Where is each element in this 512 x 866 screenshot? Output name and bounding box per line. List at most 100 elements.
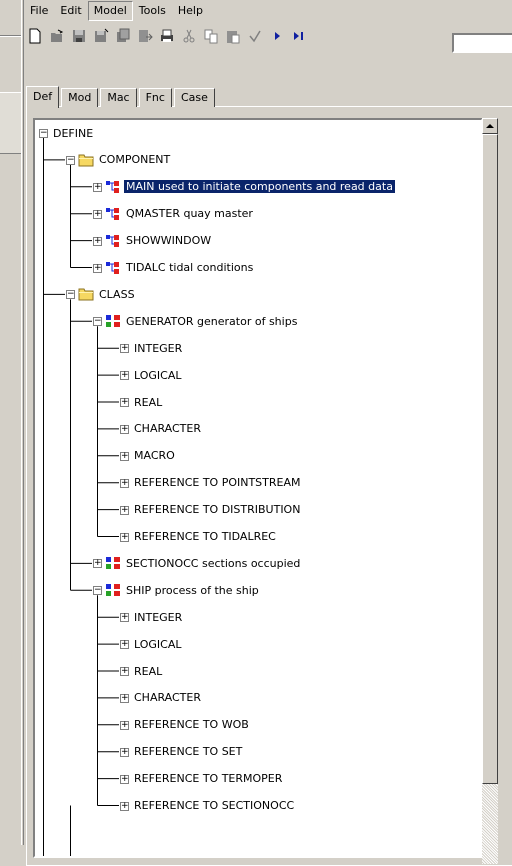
menu-bar: File Edit Model Tools Help <box>24 0 512 22</box>
folder-icon <box>78 153 94 167</box>
tree-node[interactable]: SHIP process of the ship <box>105 580 261 600</box>
check-button[interactable] <box>244 25 266 47</box>
tab-def[interactable]: Def <box>26 86 60 108</box>
tree-node-label: MACRO <box>134 449 175 463</box>
tree-node-label: TIDALC tidal conditions <box>126 261 254 274</box>
tree-node[interactable]: MACRO <box>132 446 177 466</box>
menu-edit[interactable]: Edit <box>54 1 87 21</box>
tree-node[interactable]: CHARACTER <box>132 688 203 708</box>
tree-node[interactable]: REFERENCE TO POINTSTREAM <box>132 473 303 493</box>
copy-button[interactable] <box>200 25 222 47</box>
tree-node[interactable]: SECTIONOCC sections occupied <box>105 553 302 573</box>
expand-toggle[interactable]: + <box>120 505 129 515</box>
toolbar-input[interactable] <box>452 33 512 53</box>
expand-toggle[interactable]: + <box>93 263 102 273</box>
expand-toggle[interactable]: + <box>93 236 102 246</box>
save-as-button[interactable] <box>90 25 112 47</box>
tab-mac[interactable]: Mac <box>100 88 137 107</box>
tree-node-label: REFERENCE TO SECTIONOCC <box>134 799 295 812</box>
expand-toggle[interactable]: + <box>120 344 129 354</box>
tree-node[interactable]: REAL <box>132 661 164 681</box>
paste-button[interactable] <box>222 25 244 47</box>
expand-toggle[interactable]: + <box>120 720 129 730</box>
collapse-toggle[interactable]: − <box>39 129 48 138</box>
collapse-toggle[interactable]: − <box>66 155 75 165</box>
tree-node[interactable]: TIDALC tidal conditions <box>105 258 255 278</box>
copy-doc-button[interactable] <box>112 25 134 47</box>
tree-node[interactable]: DEFINE <box>51 123 95 143</box>
expand-toggle[interactable]: + <box>120 398 129 407</box>
tree-node[interactable]: REFERENCE TO SET <box>132 742 244 762</box>
tree-node[interactable]: GENERATOR generator of ships <box>105 311 299 331</box>
component-icon <box>105 261 121 275</box>
expand-toggle[interactable]: + <box>120 640 129 650</box>
tree-node[interactable]: REFERENCE TO WOB <box>132 715 251 735</box>
tree-node-label: CHARACTER <box>134 422 201 436</box>
tree-node-label: GENERATOR generator of ships <box>126 314 298 328</box>
tree-node-label: INTEGER <box>134 341 183 355</box>
tree-node[interactable]: INTEGER <box>132 338 184 358</box>
tree-node[interactable]: LOGICAL <box>132 365 184 385</box>
cut-button[interactable] <box>178 25 200 47</box>
tree-node[interactable]: QMASTER quay master <box>105 204 255 224</box>
tree-node[interactable]: REFERENCE TO SECTIONOCC <box>132 796 296 816</box>
tab-case[interactable]: Case <box>173 88 215 107</box>
collapse-toggle[interactable]: − <box>66 290 75 300</box>
open-icon <box>51 29 64 42</box>
collapse-toggle[interactable]: − <box>93 317 102 327</box>
tab-fnc[interactable]: Fnc <box>138 88 172 107</box>
save-button[interactable] <box>68 25 90 47</box>
tree-node[interactable]: SHOWWINDOW <box>105 231 213 251</box>
scroll-thumb[interactable] <box>482 134 498 784</box>
step-button[interactable] <box>288 25 310 47</box>
menu-help[interactable]: Help <box>172 1 209 21</box>
collapse-toggle[interactable]: − <box>93 586 102 596</box>
tree-node-label: LOGICAL <box>134 368 182 382</box>
expand-toggle[interactable]: + <box>120 774 129 784</box>
expand-toggle[interactable]: + <box>120 478 129 488</box>
scroll-up-button[interactable] <box>482 118 498 134</box>
scroll-track[interactable] <box>482 784 498 864</box>
vertical-scrollbar[interactable] <box>482 118 498 864</box>
tree-node[interactable]: MAIN used to initiate components and rea… <box>105 177 396 197</box>
expand-toggle[interactable]: + <box>120 747 129 757</box>
tab-mod[interactable]: Mod <box>61 88 99 107</box>
run-icon <box>275 32 280 40</box>
pane-splitter[interactable] <box>21 0 24 845</box>
tree-node-label: SHOWWINDOW <box>126 234 212 248</box>
expand-toggle[interactable]: + <box>120 371 129 381</box>
expand-toggle[interactable]: + <box>120 693 129 703</box>
expand-toggle[interactable]: + <box>93 559 102 569</box>
tree-node-label: SECTIONOCC sections occupied <box>126 556 301 570</box>
expand-toggle[interactable]: + <box>120 424 129 434</box>
expand-toggle[interactable]: + <box>120 451 129 461</box>
print-button[interactable] <box>156 25 178 47</box>
tree-node[interactable]: REFERENCE TO TERMOPER <box>132 769 284 789</box>
tree-node[interactable]: REFERENCE TO TIDALREC <box>132 527 278 547</box>
definition-tree: − DEFINE − COMPONENT + MAIN used to initiate … <box>33 118 483 858</box>
tree-node[interactable]: LOGICAL <box>132 634 184 654</box>
expand-toggle[interactable]: + <box>93 209 102 219</box>
menu-model[interactable]: Model <box>87 1 133 21</box>
expand-toggle[interactable]: + <box>120 532 129 542</box>
tree-node[interactable]: REAL <box>132 392 164 412</box>
tree-node-label: INTEGER <box>134 610 183 624</box>
menu-file[interactable]: File <box>24 1 54 21</box>
expand-toggle[interactable]: + <box>120 667 129 676</box>
tree-node-label: REFERENCE TO TERMOPER <box>134 772 283 786</box>
tree-node[interactable]: REFERENCE TO DISTRIBUTION <box>132 500 302 520</box>
new-file-button[interactable] <box>24 25 46 47</box>
menu-tools[interactable]: Tools <box>133 1 172 21</box>
expand-toggle[interactable]: + <box>120 613 129 623</box>
expand-toggle[interactable]: + <box>120 801 129 811</box>
expand-toggle[interactable]: + <box>93 182 102 192</box>
export-button[interactable] <box>134 25 156 47</box>
tree-node[interactable]: COMPONENT <box>78 150 172 170</box>
check-icon <box>249 30 261 43</box>
tree-node[interactable]: INTEGER <box>132 607 184 627</box>
run-button[interactable] <box>266 25 288 47</box>
toolbar <box>24 24 512 48</box>
open-button[interactable] <box>46 25 68 47</box>
tree-node[interactable]: CLASS <box>78 284 137 304</box>
tree-node[interactable]: CHARACTER <box>132 419 203 439</box>
